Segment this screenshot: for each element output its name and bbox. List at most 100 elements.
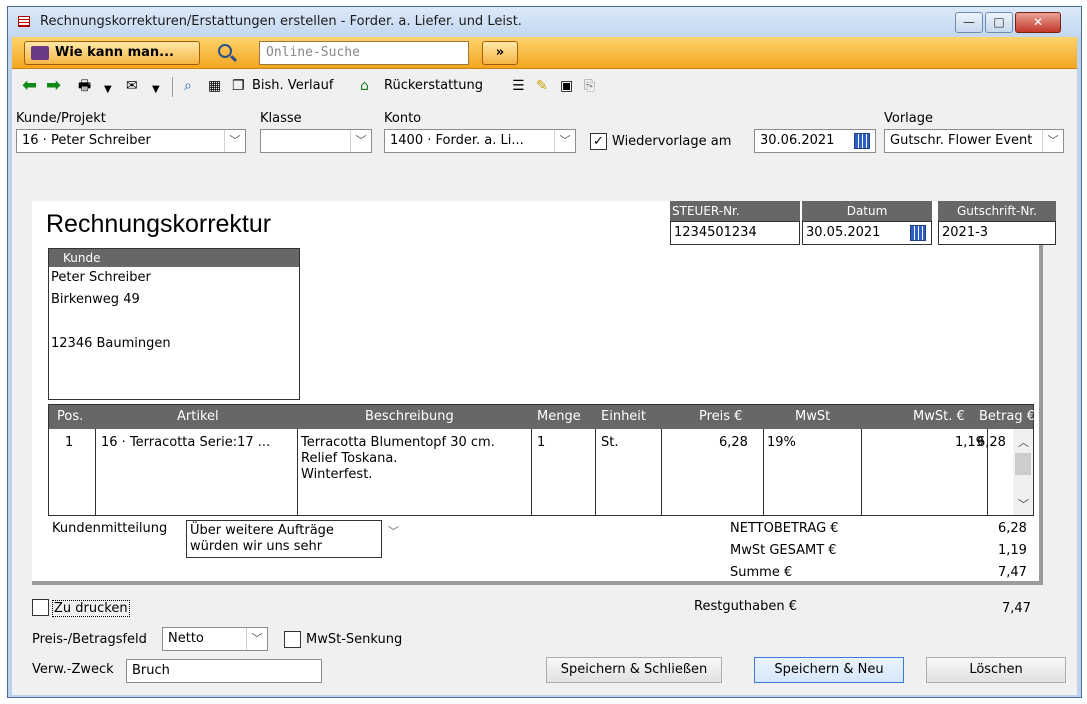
print-label[interactable]: Zu drucken [52,600,130,617]
account-value: 1400 · Forder. a. Li... [390,133,524,148]
cell-article[interactable]: 16 · Terracotta Serie:17 ... [101,435,270,451]
search-go-button[interactable]: » [482,41,518,65]
account-combo[interactable]: 1400 · Forder. a. Li... ﹀ [384,129,576,153]
purpose-field[interactable]: Bruch [126,659,322,683]
form-title: Rechnungskorrektur [46,210,272,238]
cell-description[interactable]: Relief Toskana. [301,451,397,467]
how-to-button[interactable]: Wie kann man... [24,41,200,65]
cell-unit[interactable]: St. [601,435,618,451]
save-new-button[interactable]: Speichern & Neu [754,657,904,683]
recurring-label: Wiedervorlage am [612,134,732,149]
template-combo[interactable]: Gutschr. Flower Event ﹀ [884,129,1064,153]
customer-message-label: Kundenmitteilung [52,521,168,536]
purpose-label: Verw.-Zweck [32,662,114,677]
app-icon [18,16,30,27]
search-icon[interactable] [218,44,232,58]
note-icon[interactable]: ✎ [536,77,548,95]
chevron-down-icon[interactable]: ﹀ [246,628,267,650]
history-button[interactable]: Bish. Verlauf [252,78,333,93]
customer-message-field[interactable]: Über weitere Aufträge würden wir uns seh… [186,520,382,558]
cell-amount[interactable]: 6,28 [977,435,1006,451]
chevron-down-icon[interactable]: ﹀ [350,130,371,152]
save-icon[interactable]: ▣ [560,77,573,95]
column-divider [861,429,862,515]
tax-number-field[interactable]: 1234501234 [670,221,800,245]
customer-address-box[interactable]: Kunde Peter Schreiber Birkenweg 49 12346… [48,248,300,400]
vat-cut-checkbox[interactable] [284,631,301,648]
column-header: Pos. [57,409,84,424]
scroll-up-icon[interactable]: ︿ [1018,435,1029,451]
sum-label: Summe € [730,565,793,580]
column-header: Einheit [601,409,647,424]
print-dropdown-icon[interactable]: ▼ [104,81,112,99]
maximize-button[interactable]: □ [985,12,1013,33]
class-combo[interactable]: ﹀ [260,129,372,153]
chevron-down-icon[interactable]: ﹀ [554,130,575,152]
cell-quantity[interactable]: 1 [537,435,545,451]
column-divider [531,429,532,515]
email-dropdown-icon[interactable]: ▼ [152,81,160,99]
column-header: Preis € [699,409,743,424]
attach-icon[interactable]: ⎘ [584,77,595,95]
cell-description[interactable]: Terracotta Blumentopf 30 cm. [301,435,495,451]
column-divider [595,429,596,515]
customer-value: 16 · Peter Schreiber [22,133,151,148]
recurring-checkbox[interactable]: ✓ [590,133,607,150]
refund-icon[interactable]: ⌂ [360,77,369,95]
minimize-button[interactable]: — [955,12,983,33]
journal-icon[interactable]: ▦ [208,77,221,95]
app-window: Rechnungskorrekturen/Erstattungen erstel… [7,6,1082,698]
list-icon[interactable]: ☰ [512,77,525,95]
scroll-thumb[interactable] [1015,453,1031,475]
toolbar: ⬅ ➡ 🖶 ▼ ✉ ▼ ⌕ ▦ ❐ Bish. Verlauf ⌂ Rücker… [12,69,1077,103]
help-bar: Wie kann man... Online-Suche » [12,37,1077,69]
table-scrollbar[interactable]: ︿ ﹀ [1013,429,1033,515]
template-value: Gutschr. Flower Event [890,133,1033,148]
vat-total-label: MwSt GESAMT € [730,543,837,558]
chevron-down-icon[interactable]: ﹀ [388,523,399,539]
customer-combo[interactable]: 16 · Peter Schreiber ﹀ [16,129,246,153]
cell-vat[interactable]: 19% [767,435,796,451]
class-label: Klasse [260,111,302,126]
delete-button[interactable]: Löschen [926,657,1066,683]
column-divider [763,429,764,515]
account-label: Konto [384,111,422,126]
date-header: Datum [802,201,932,221]
price-field-combo[interactable]: Netto ﹀ [162,627,268,651]
net-total-label: NETTOBETRAG € [730,521,839,536]
close-button[interactable]: ✕ [1015,12,1061,33]
print-icon[interactable]: 🖶 [78,77,91,95]
address-line [49,311,299,333]
scroll-down-icon[interactable]: ﹀ [1018,497,1029,513]
back-arrow-icon[interactable]: ⬅ [22,77,37,95]
column-header: MwSt. € [913,409,965,424]
refund-button[interactable]: Rückerstattung [384,78,483,93]
template-label: Vorlage [884,111,934,126]
calendar-icon[interactable] [910,225,926,241]
column-header: Artikel [177,409,219,424]
cell-price[interactable]: 6,28 [719,435,748,451]
forward-arrow-icon[interactable]: ➡ [46,77,61,95]
find-icon[interactable]: ⌕ [184,77,192,95]
message-line: würden wir uns sehr [190,539,323,554]
print-checkbox[interactable] [32,599,49,616]
cell-description[interactable]: Winterfest. [301,467,372,483]
vat-cut-label: MwSt-Senkung [306,632,403,647]
history-icon[interactable]: ❐ [232,77,245,95]
credit-number-field[interactable]: 2021-3 [938,221,1056,245]
column-divider [661,429,662,515]
window-title: Rechnungskorrekturen/Erstattungen erstel… [40,14,522,29]
chevron-down-icon[interactable]: ﹀ [224,130,245,152]
save-close-button[interactable]: Speichern & Schließen [546,657,722,683]
price-field-label: Preis-/Betragsfeld [32,632,147,647]
tax-number-header: STEUER-Nr. [670,201,800,221]
calendar-icon[interactable] [854,133,870,149]
invoice-form: Rechnungskorrektur STEUER-Nr. 1234501234… [32,201,1056,585]
title-bar[interactable]: Rechnungskorrekturen/Erstattungen erstel… [8,7,1081,37]
remaining-credit-label: Restguthaben € [694,599,798,614]
column-divider [297,429,298,515]
book-icon [31,46,49,60]
chevron-down-icon[interactable]: ﹀ [1042,130,1063,152]
online-search-input[interactable]: Online-Suche [259,41,469,65]
email-icon[interactable]: ✉ [126,77,138,95]
